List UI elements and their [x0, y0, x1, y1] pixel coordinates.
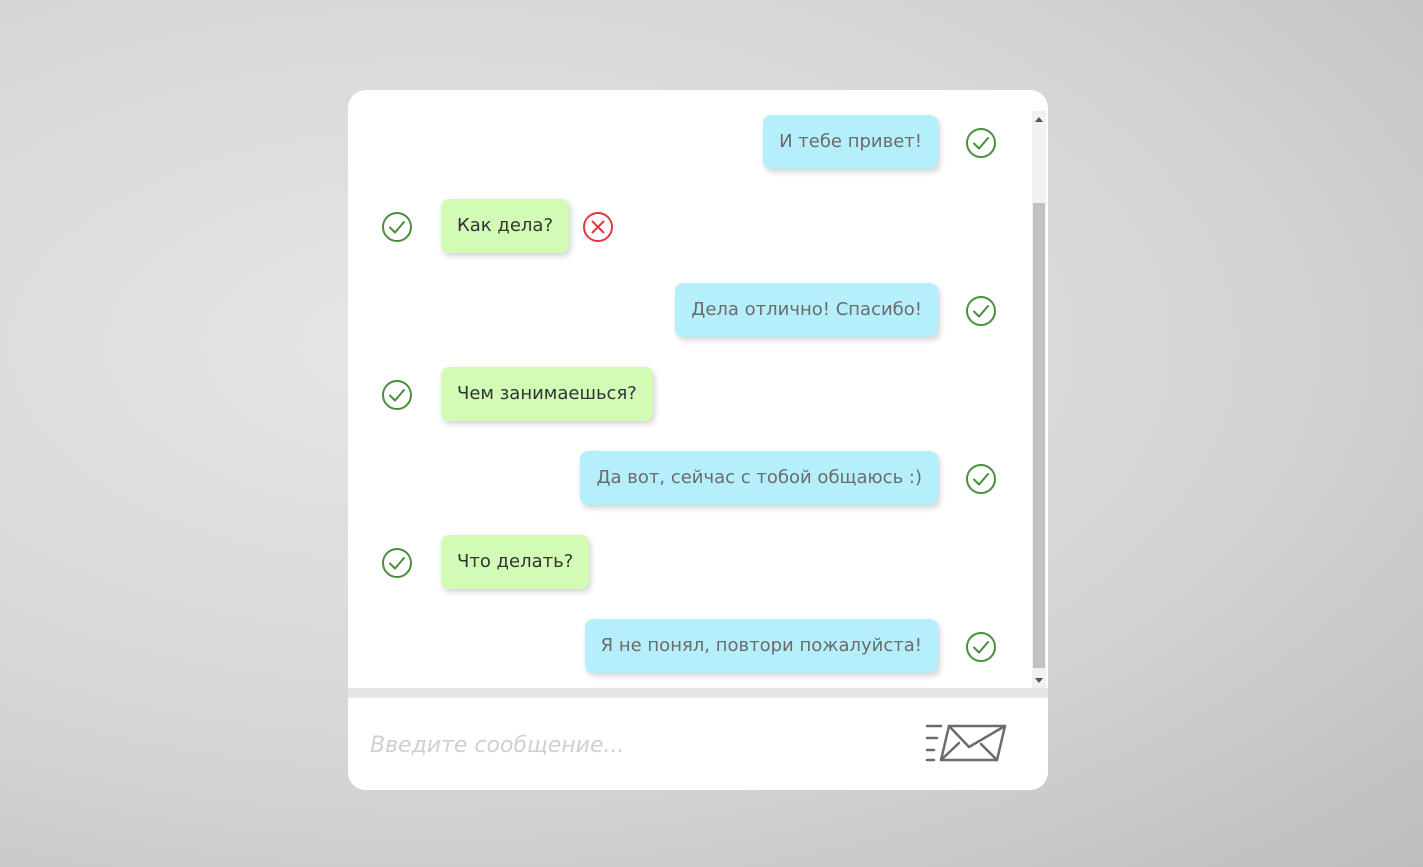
check-circle-icon	[966, 464, 996, 494]
scrollbar-thumb[interactable]	[1033, 203, 1045, 668]
scroll-down-arrow-icon[interactable]	[1035, 678, 1043, 683]
chat-window: И тебе привет! Как дела? Дела отлично! С…	[348, 90, 1048, 790]
check-circle-icon	[382, 548, 412, 578]
message-row: Что делать?	[348, 535, 1032, 591]
check-circle-icon	[966, 128, 996, 158]
incoming-message-bubble: Как дела?	[441, 199, 570, 253]
input-divider	[348, 688, 1048, 698]
send-envelope-icon	[925, 724, 1007, 762]
message-row: Чем занимаешься?	[348, 367, 1032, 423]
send-button[interactable]	[923, 720, 1009, 766]
message-row: Да вот, сейчас с тобой общаюсь :)	[348, 451, 1032, 507]
outgoing-message-bubble: Я не понял, повтори пожалуйста!	[584, 619, 938, 673]
incoming-message-bubble: Чем занимаешься?	[441, 367, 653, 421]
outgoing-message-bubble: Дела отлично! Спасибо!	[675, 283, 938, 337]
message-input[interactable]	[368, 720, 892, 770]
message-composer	[348, 698, 1048, 790]
check-circle-icon	[382, 380, 412, 410]
check-circle-icon	[382, 212, 412, 242]
check-circle-icon	[966, 296, 996, 326]
message-row: Я не понял, повтори пожалуйста!	[348, 619, 1032, 675]
message-list-scrollbar[interactable]	[1032, 111, 1046, 689]
close-circle-icon[interactable]	[582, 211, 614, 243]
message-row: И тебе привет!	[348, 115, 1032, 171]
outgoing-message-bubble: И тебе привет!	[763, 115, 938, 169]
incoming-message-bubble: Что делать?	[441, 535, 590, 589]
message-list[interactable]: И тебе привет! Как дела? Дела отлично! С…	[348, 90, 1048, 689]
message-row: Дела отлично! Спасибо!	[348, 283, 1032, 339]
outgoing-message-bubble: Да вот, сейчас с тобой общаюсь :)	[580, 451, 938, 505]
check-circle-icon	[966, 632, 996, 662]
message-row: Как дела?	[348, 199, 1032, 255]
scroll-up-arrow-icon[interactable]	[1035, 117, 1043, 122]
